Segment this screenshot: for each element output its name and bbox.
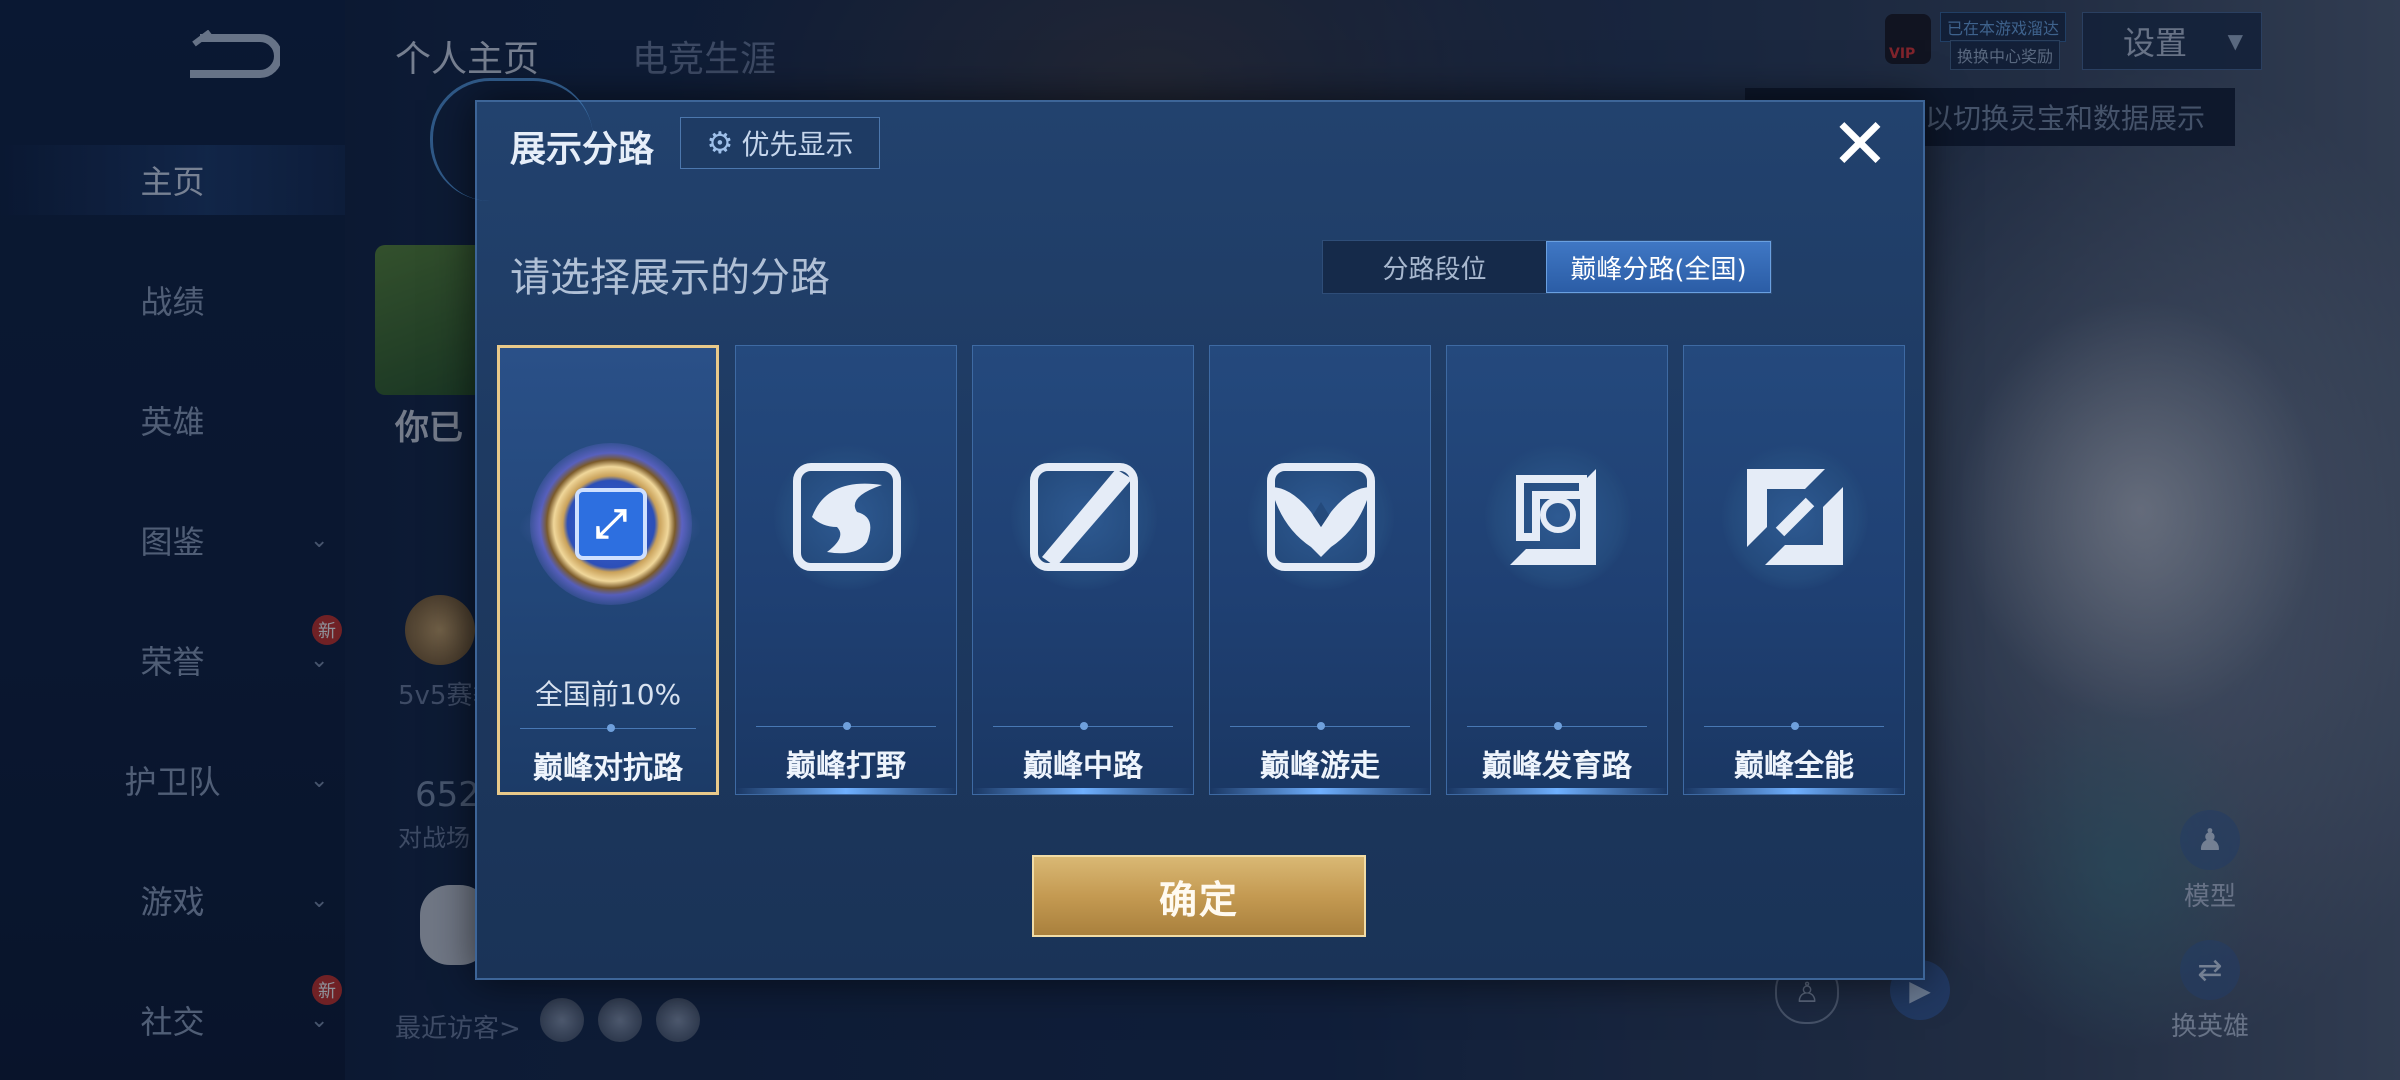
divider-dot bbox=[1080, 722, 1088, 730]
divider-dot bbox=[1317, 722, 1325, 730]
gear-icon: ⚙ bbox=[706, 125, 734, 161]
lane-card-name: 巅峰全能 bbox=[1734, 749, 1854, 784]
roam-glyph bbox=[1267, 463, 1375, 571]
lane-card-name: 巅峰打野 bbox=[786, 749, 906, 784]
mid-lane-icon bbox=[1011, 444, 1157, 590]
jungle-glyph bbox=[793, 463, 901, 571]
lane-card-name: 巅峰游走 bbox=[1260, 749, 1380, 784]
mid-lane-glyph bbox=[1030, 463, 1138, 571]
lane-card-roam[interactable]: 巅峰游走 bbox=[1209, 345, 1431, 795]
all-round-icon bbox=[1722, 444, 1868, 590]
jungle-icon bbox=[774, 444, 920, 590]
lane-card-name: 巅峰中路 bbox=[1023, 749, 1143, 784]
roam-icon bbox=[1248, 444, 1394, 590]
dialog-subtitle: 请选择展示的分路 bbox=[510, 255, 830, 301]
lane-rank-text: 全国前10% bbox=[534, 678, 682, 711]
lane-card-clash[interactable]: ⤢ 全国前10% 巅峰对抗路 bbox=[480, 345, 740, 795]
priority-display-button[interactable]: ⚙ 优先显示 bbox=[680, 117, 880, 169]
confirm-button[interactable]: 确定 bbox=[1032, 855, 1366, 937]
lane-card-name: 巅峰对抗路 bbox=[533, 751, 683, 786]
card-glow bbox=[1210, 788, 1430, 794]
card-glow bbox=[1684, 788, 1904, 794]
priority-display-label: 优先显示 bbox=[741, 128, 854, 161]
lane-card-mid[interactable]: 巅峰中路 bbox=[972, 345, 1194, 795]
lane-card-jungle[interactable]: 巅峰打野 bbox=[735, 345, 957, 795]
farm-lane-glyph bbox=[1510, 469, 1596, 565]
confirm-label: 确定 bbox=[1158, 877, 1239, 922]
lane-card-all-round[interactable]: 巅峰全能 bbox=[1683, 345, 1905, 795]
divider-dot bbox=[1554, 722, 1562, 730]
clash-lane-inner-icon: ⤢ bbox=[575, 488, 647, 560]
lane-type-toggle: 分路段位 巅峰分路(全国) bbox=[1322, 240, 1772, 294]
dialog-title: 展示分路 bbox=[510, 129, 655, 170]
segment-peak-lane-national[interactable]: 巅峰分路(全国) bbox=[1546, 241, 1771, 293]
card-glow bbox=[736, 788, 956, 794]
divider-dot bbox=[1791, 722, 1799, 730]
farm-lane-icon bbox=[1485, 444, 1631, 590]
lane-card-farm[interactable]: 巅峰发育路 bbox=[1446, 345, 1668, 795]
close-icon[interactable]: ✕ bbox=[1828, 109, 1892, 179]
all-round-glyph bbox=[1747, 469, 1843, 565]
card-glow bbox=[1447, 788, 1667, 794]
clash-lane-icon: ⤢ bbox=[530, 443, 692, 605]
lane-card-name: 巅峰发育路 bbox=[1482, 749, 1632, 784]
divider-dot bbox=[843, 722, 851, 730]
segment-lane-rank[interactable]: 分路段位 bbox=[1323, 241, 1546, 293]
card-glow bbox=[973, 788, 1193, 794]
divider-dot bbox=[607, 724, 615, 732]
